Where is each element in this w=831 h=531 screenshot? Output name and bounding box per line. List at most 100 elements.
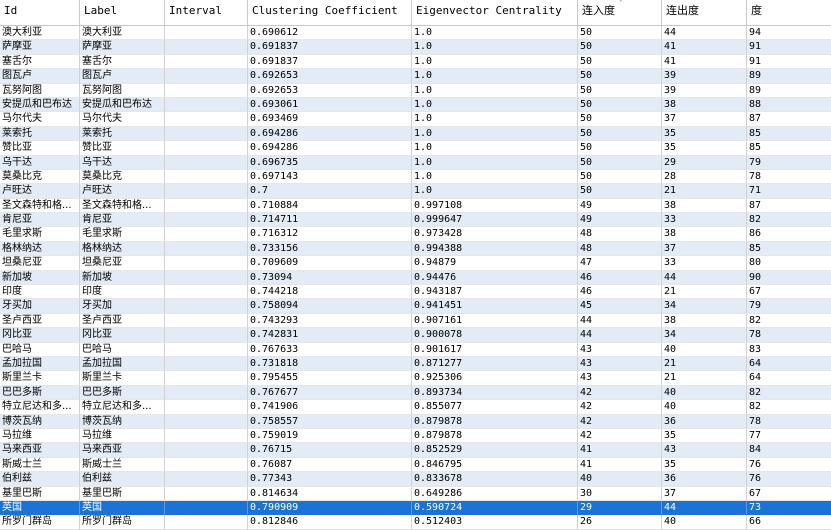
table-cell[interactable] [165,83,248,98]
table-cell[interactable]: 50 [578,69,662,84]
table-cell[interactable]: 萨摩亚 [0,40,80,55]
table-cell[interactable]: 0.743293 [248,313,412,329]
table-cell[interactable]: 44 [662,500,747,516]
table-cell[interactable]: 肯尼亚 [80,213,165,228]
table-cell[interactable]: 71 [747,184,831,199]
table-cell[interactable]: 莫桑比克 [80,169,165,185]
table-row[interactable]: 基里巴斯 基里巴斯 0.814634 0.649286 30 37 67 [0,486,831,501]
table-cell[interactable]: 78 [747,415,831,429]
table-cell[interactable]: 50 [578,155,662,170]
table-cell[interactable]: 0.997108 [412,198,578,214]
table-row[interactable]: 卢旺达 卢旺达 0.7 1.0 50 21 71 [0,184,831,199]
table-cell[interactable]: 0.693469 [248,112,412,127]
table-cell[interactable]: 46 [578,270,662,286]
table-cell[interactable]: 67 [747,285,831,300]
table-cell[interactable] [165,155,248,170]
table-cell[interactable] [165,400,248,415]
table-cell[interactable]: 塞舌尔 [80,54,165,70]
table-cell[interactable] [165,270,248,286]
table-cell[interactable]: 赞比亚 [0,141,80,156]
table-cell[interactable]: 0.900078 [412,328,578,343]
table-cell[interactable]: 36 [662,414,747,429]
table-cell[interactable]: 45 [578,299,662,314]
table-cell[interactable]: 64 [747,371,831,386]
table-row[interactable]: 冈比亚 冈比亚 0.742831 0.900078 44 34 78 [0,328,831,343]
column-header[interactable]: 连出度 [662,0,747,25]
table-cell[interactable] [165,169,248,185]
table-cell[interactable] [165,328,248,343]
table-cell[interactable]: 0.649286 [412,486,578,501]
table-cell[interactable]: 35 [662,457,747,473]
table-cell[interactable]: 安提瓜和巴布达 [0,97,80,113]
table-cell[interactable]: 48 [578,241,662,257]
table-cell[interactable]: 43 [578,371,662,386]
table-cell[interactable]: 0.855077 [412,400,578,415]
table-cell[interactable] [165,256,248,271]
table-cell[interactable]: 0.812846 [248,515,412,530]
table-cell[interactable] [165,428,248,444]
table-cell[interactable]: 76 [747,458,831,473]
table-cell[interactable]: 所罗门群岛 [80,515,165,530]
table-cell[interactable]: 0.690612 [248,26,412,41]
table-cell[interactable]: 38 [662,97,747,113]
table-cell[interactable]: 0.893734 [412,385,578,401]
table-cell[interactable]: 圣卢西亚 [80,313,165,329]
table-cell[interactable] [165,112,248,127]
table-cell[interactable]: 冈比亚 [0,328,80,343]
table-cell[interactable] [165,515,248,530]
table-cell[interactable]: 圣卢西亚 [0,313,80,329]
table-cell[interactable]: 34 [662,328,747,343]
table-cell[interactable] [165,97,248,113]
table-cell[interactable]: 赞比亚 [80,141,165,156]
table-cell[interactable]: 马拉维 [80,428,165,444]
table-cell[interactable]: 49 [578,198,662,214]
table-cell[interactable]: 0.512403 [412,515,578,530]
table-cell[interactable]: 1.0 [412,155,578,170]
table-cell[interactable]: 1.0 [412,69,578,84]
table-cell[interactable] [165,500,248,516]
table-cell[interactable]: 乌干达 [80,155,165,170]
table-row[interactable]: 斯威士兰 斯威士兰 0.76087 0.846795 41 35 76 [0,457,831,473]
table-cell[interactable]: 斯里兰卡 [0,371,80,386]
table-cell[interactable]: 1.0 [412,97,578,113]
table-cell[interactable]: 0.879878 [412,428,578,444]
table-cell[interactable]: 40 [662,385,747,401]
table-cell[interactable]: 冈比亚 [80,328,165,343]
table-cell[interactable]: 37 [662,486,747,501]
table-cell[interactable]: 0.994388 [412,241,578,257]
table-cell[interactable]: 0.697143 [248,169,412,185]
table-cell[interactable]: 马来西亚 [0,443,80,458]
table-cell[interactable]: 0.852529 [412,443,578,458]
table-cell[interactable] [165,213,248,228]
table-row[interactable]: 莱索托 莱索托 0.694286 1.0 50 35 85 [0,126,831,142]
table-cell[interactable]: 莱索托 [0,126,80,142]
table-cell[interactable]: 0.733156 [248,241,412,257]
table-cell[interactable]: 0.941451 [412,299,578,314]
table-cell[interactable]: 40 [662,515,747,530]
table-cell[interactable]: 瓦努阿图 [0,83,80,98]
table-cell[interactable]: 91 [747,40,831,55]
table-cell[interactable]: 35 [662,126,747,142]
table-cell[interactable]: 33 [662,213,747,228]
table-cell[interactable] [165,472,248,487]
table-cell[interactable] [165,184,248,199]
table-cell[interactable]: 0.692653 [248,83,412,98]
table-cell[interactable] [165,54,248,70]
table-cell[interactable]: 83 [747,343,831,357]
column-header[interactable]: Interval [165,0,248,25]
table-cell[interactable]: 85 [747,141,831,156]
table-cell[interactable]: 29 [578,500,662,516]
table-row[interactable]: 图瓦卢 图瓦卢 0.692653 1.0 50 39 89 [0,69,831,84]
table-cell[interactable]: 44 [578,328,662,343]
table-cell[interactable]: 0.76715 [248,443,412,458]
table-cell[interactable]: 1.0 [412,54,578,70]
table-row[interactable]: 巴哈马 巴哈马 0.767633 0.901617 43 40 83 [0,342,831,357]
table-cell[interactable]: 0.94879 [412,256,578,271]
table-cell[interactable]: 印度 [80,285,165,300]
table-cell[interactable]: 1.0 [412,184,578,199]
table-cell[interactable]: 斯威士兰 [0,457,80,473]
table-cell[interactable]: 0.871277 [412,356,578,372]
table-cell[interactable]: 1.0 [412,126,578,142]
table-cell[interactable]: 0.696735 [248,155,412,170]
table-cell[interactable]: 38 [662,313,747,329]
